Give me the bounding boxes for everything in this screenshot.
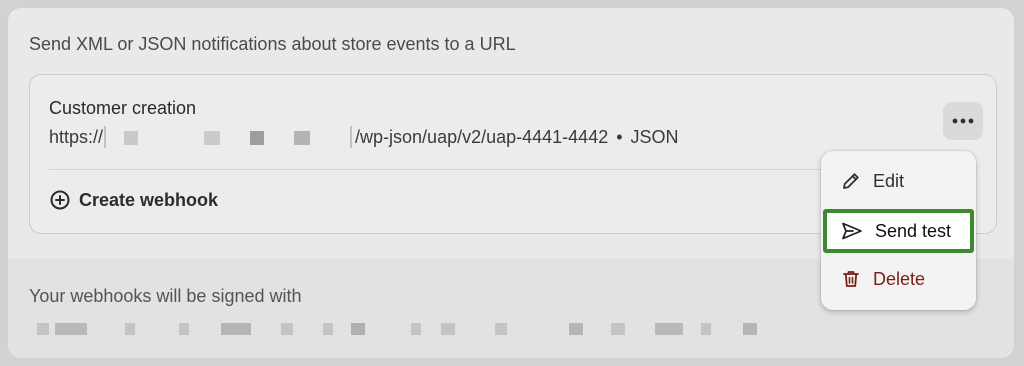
redacted-signing-secret: [29, 321, 769, 337]
send-icon: [842, 222, 862, 240]
create-webhook-button[interactable]: Create webhook: [49, 189, 218, 211]
more-actions-button[interactable]: [943, 102, 983, 140]
delete-label: Delete: [873, 268, 926, 289]
trash-icon: [843, 271, 859, 287]
plus-circle-icon: [50, 190, 70, 210]
pencil-icon: [843, 173, 859, 189]
menu-item-send-test[interactable]: Send test: [823, 209, 974, 253]
webhook-actions-menu: Edit Send test Delete: [821, 151, 976, 310]
format-separator: •: [616, 126, 623, 147]
create-webhook-label: Create webhook: [79, 189, 219, 210]
redacted-domain: [104, 126, 354, 148]
edit-label: Edit: [873, 170, 905, 191]
webhook-format: JSON: [630, 126, 679, 147]
webhook-url-path: /wp-json/uap/v2/uap-4441-4442: [355, 126, 609, 147]
signing-label: Your webhooks will be signed with: [29, 286, 302, 306]
webhook-event-name: Customer creation: [49, 98, 197, 118]
menu-item-delete[interactable]: Delete: [829, 259, 968, 299]
menu-item-edit[interactable]: Edit: [829, 161, 968, 201]
webhooks-intro: Send XML or JSON notifications about sto…: [29, 34, 516, 54]
send-test-label: Send test: [875, 220, 952, 241]
ellipsis-icon: [952, 118, 974, 124]
webhook-url: https:// /wp-json/uap/v2/uap-4441-4442 •…: [49, 126, 679, 148]
webhook-url-prefix: https://: [49, 126, 104, 147]
